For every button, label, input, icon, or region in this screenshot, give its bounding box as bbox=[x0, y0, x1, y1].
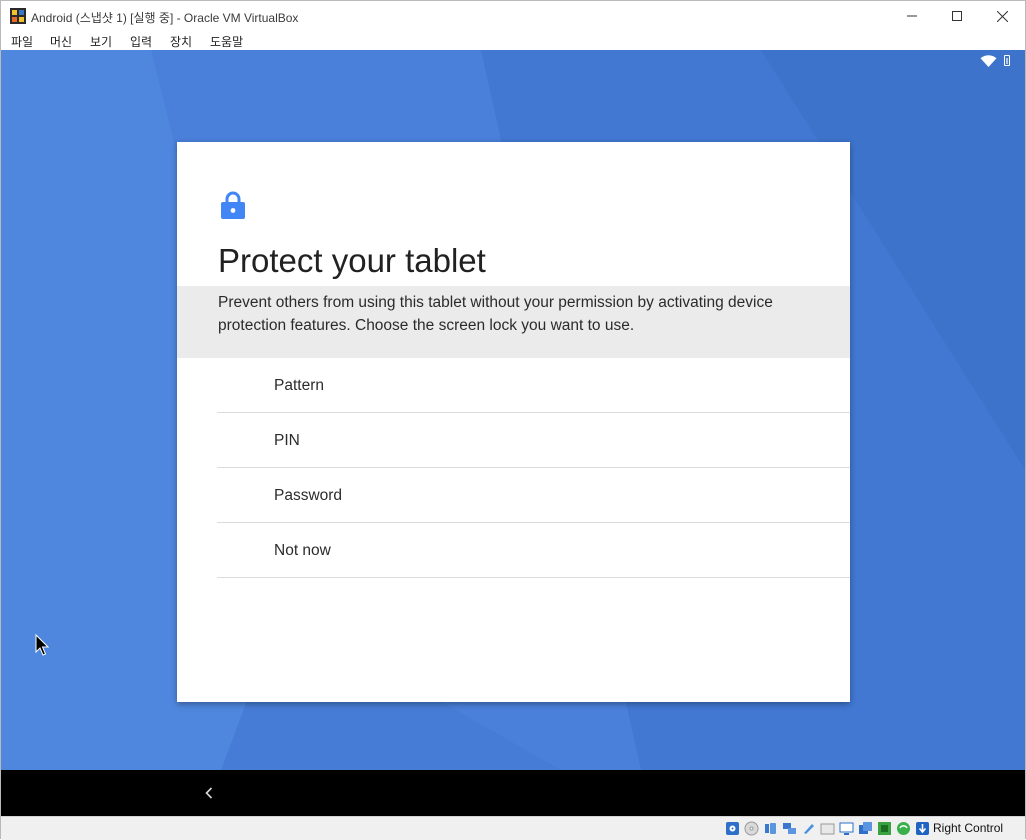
usb-icon[interactable] bbox=[801, 821, 816, 836]
wifi-icon bbox=[980, 55, 997, 67]
title-bar[interactable]: Android (스냅샷 1) [실행 중] - Oracle VM Virtu… bbox=[1, 1, 1025, 31]
option-not-now[interactable]: Not now bbox=[217, 523, 850, 578]
display-icon[interactable] bbox=[839, 821, 854, 836]
window-title: Android (스냅샷 1) [실행 중] - Oracle VM Virtu… bbox=[31, 11, 299, 25]
menu-view[interactable]: 보기 bbox=[90, 33, 112, 50]
hard-disk-icon[interactable] bbox=[725, 821, 740, 836]
keyboard-capture-icon[interactable] bbox=[915, 821, 930, 836]
option-pattern[interactable]: Pattern bbox=[217, 358, 850, 413]
battery-icon bbox=[1004, 55, 1010, 66]
option-pin[interactable]: PIN bbox=[217, 413, 850, 468]
option-label: Not now bbox=[274, 542, 331, 559]
back-button[interactable] bbox=[195, 779, 223, 807]
optical-drive-icon[interactable] bbox=[744, 821, 759, 836]
menu-bar: 파일 머신 보기 입력 장치 도움말 bbox=[1, 31, 1025, 50]
option-label: PIN bbox=[274, 432, 300, 449]
maximize-icon bbox=[952, 11, 962, 21]
option-password[interactable]: Password bbox=[217, 468, 850, 523]
description-band: Prevent others from using this tablet wi… bbox=[177, 286, 850, 358]
close-icon bbox=[996, 10, 1008, 22]
option-label: Pattern bbox=[274, 377, 324, 394]
maximize-button[interactable] bbox=[934, 1, 980, 31]
screen-lock-setup-card: Protect your tablet Prevent others from … bbox=[177, 142, 850, 702]
menu-machine[interactable]: 머신 bbox=[50, 33, 72, 50]
menu-help[interactable]: 도움말 bbox=[210, 33, 243, 50]
audio-icon[interactable] bbox=[763, 821, 778, 836]
host-key-label: Right Control bbox=[933, 821, 1004, 835]
mouse-cursor-icon bbox=[35, 634, 49, 656]
close-button[interactable] bbox=[979, 1, 1025, 31]
shared-folders-icon[interactable] bbox=[820, 821, 835, 836]
android-screen[interactable]: Protect your tablet Prevent others from … bbox=[1, 50, 1025, 770]
virtualbox-window: Android (스냅샷 1) [실행 중] - Oracle VM Virtu… bbox=[0, 0, 1026, 840]
minimize-button[interactable] bbox=[889, 1, 935, 31]
video-capture-icon[interactable] bbox=[858, 821, 873, 836]
menu-devices[interactable]: 장치 bbox=[170, 33, 192, 50]
menu-input[interactable]: 입력 bbox=[130, 33, 152, 50]
virtualbox-app-icon bbox=[10, 8, 26, 24]
description-text: Prevent others from using this tablet wi… bbox=[218, 294, 773, 334]
network-icon[interactable] bbox=[782, 821, 797, 836]
android-navigation-bar bbox=[1, 770, 1025, 816]
menu-file[interactable]: 파일 bbox=[11, 33, 33, 50]
lock-icon bbox=[221, 191, 245, 219]
screen-lock-options: Pattern PIN Password Not now bbox=[217, 358, 850, 578]
back-chevron-icon bbox=[205, 787, 213, 799]
guest-additions-icon[interactable] bbox=[896, 821, 911, 836]
mouse-integration-icon[interactable] bbox=[877, 821, 892, 836]
minimize-icon bbox=[907, 15, 917, 17]
android-status-bar bbox=[1, 50, 1025, 72]
page-title: Protect your tablet bbox=[218, 242, 486, 279]
option-label: Password bbox=[274, 487, 343, 504]
virtualbox-status-bar: Right Control bbox=[1, 816, 1025, 840]
